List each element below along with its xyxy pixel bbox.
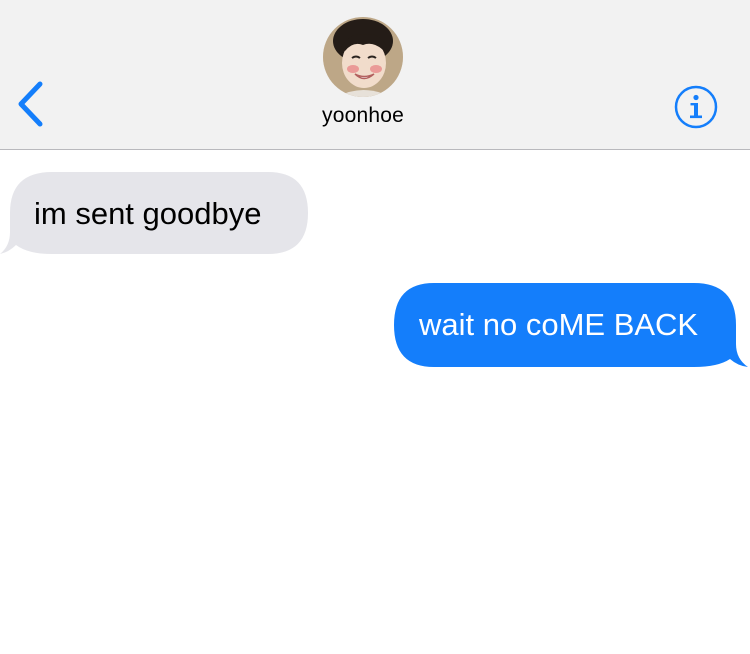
contact-header[interactable]: yoonhoe xyxy=(275,14,475,134)
avatar[interactable] xyxy=(323,17,403,97)
message-text: wait no coME BACK xyxy=(419,307,699,342)
outgoing-message-bubble[interactable]: wait no coME BACK xyxy=(392,281,750,371)
conversation-header: yoonhoe xyxy=(0,0,750,150)
incoming-message-bubble[interactable]: im sent goodbye xyxy=(0,170,310,258)
avatar-photo xyxy=(323,17,403,97)
info-circle-icon xyxy=(674,85,718,129)
message-thread: im sent goodbye wait no coME BACK xyxy=(0,150,750,654)
messages-screen: yoonhoe im sent goodbye wait no coME BAC… xyxy=(0,0,750,654)
info-button[interactable] xyxy=(673,84,719,130)
chevron-left-icon xyxy=(18,81,43,127)
back-button[interactable] xyxy=(10,78,54,130)
contact-name: yoonhoe xyxy=(322,104,404,127)
message-text: im sent goodbye xyxy=(34,196,262,231)
